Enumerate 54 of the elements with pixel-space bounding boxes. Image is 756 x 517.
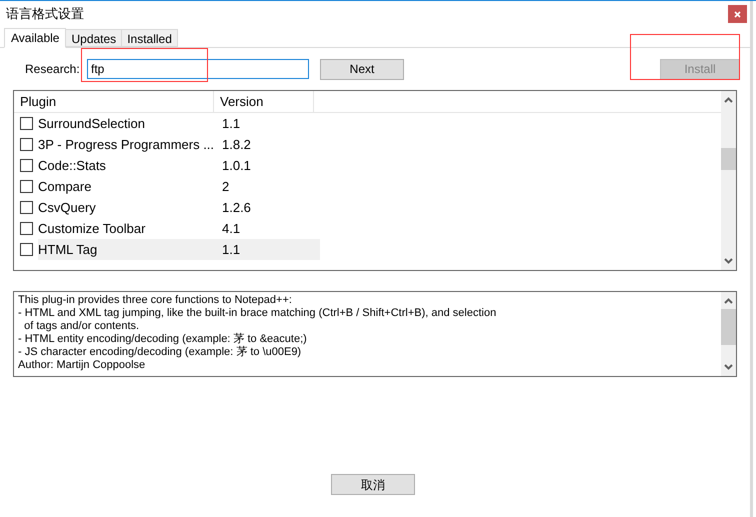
scroll-thumb[interactable] [721, 148, 736, 170]
table-cell-text: HTML Tag [38, 240, 98, 259]
scroll-thumb[interactable] [721, 309, 736, 345]
table-cell-text: 3P - Progress Programmers ... [38, 136, 216, 154]
plugin-row[interactable]: Code::Stats 1.0.1 [14, 155, 721, 176]
scroll-down-icon[interactable] [724, 258, 733, 264]
checkbox[interactable] [20, 243, 33, 256]
table-cell-text: 2 [221, 178, 230, 196]
cancel-button[interactable]: 取消 [331, 474, 415, 495]
column-header[interactable]: Plugin [14, 91, 214, 112]
table-cell-text: CsvQuery [38, 198, 97, 217]
plugin-row[interactable]: Customize Toolbar 4.1 [14, 218, 721, 239]
plugin-row[interactable]: HTML Tag 1.1 [14, 239, 721, 260]
search-field[interactable]: ftp [87, 59, 309, 79]
plugin-row[interactable]: CsvQuery 1.2.6 [14, 197, 721, 218]
description-line: - JS character encoding/decoding (example: 茅 to \u00E9) [18, 346, 302, 359]
scroll-up-icon[interactable] [724, 298, 733, 304]
checkbox[interactable] [20, 138, 33, 151]
search-label: Research: [25, 61, 81, 78]
table-cell-text: 1.1 [221, 240, 242, 259]
table-cell-text: 1.8.2 [221, 136, 252, 154]
checkbox[interactable] [20, 117, 33, 130]
table-cell-text: 1.2.6 [221, 198, 252, 217]
close-button[interactable] [728, 5, 747, 23]
table-cell-text: SurroundSelection [38, 114, 146, 133]
window-title: 语言格式设置 [6, 5, 84, 24]
table-cell-text: 1.1 [221, 114, 242, 133]
table-cell-text: 4.1 [221, 220, 242, 238]
plugin-row[interactable]: SurroundSelection 1.1 [14, 113, 721, 134]
tab[interactable]: Updates [66, 29, 122, 47]
close-icon [734, 10, 741, 18]
checkbox[interactable] [20, 159, 33, 172]
checkbox[interactable] [20, 201, 33, 214]
plugin-row[interactable]: Compare 2 [14, 176, 721, 197]
description-line: of tags and/or contents. [23, 320, 140, 333]
description-line: Author: Martijn Coppoolse [18, 359, 146, 372]
description-line: - HTML entity encoding/decoding (example: 茅 to &eacute;) [18, 333, 308, 346]
checkbox[interactable] [20, 180, 33, 193]
tab[interactable]: Installed [122, 29, 178, 47]
table-cell-text: Customize Toolbar [38, 220, 146, 238]
scroll-up-icon[interactable] [724, 97, 733, 103]
table-cell-text: 1.0.1 [221, 156, 252, 175]
table-cell-text: Code::Stats [38, 156, 107, 175]
scroll-down-icon[interactable] [724, 364, 733, 370]
plugin-row[interactable]: 3P - Progress Programmers ... 1.8.2 [14, 134, 721, 155]
checkbox[interactable] [20, 222, 33, 235]
description-line: This plug-in provides three core functions to Notepad++: [18, 294, 293, 307]
next-button[interactable]: Next [320, 58, 404, 80]
description-line: - HTML and XML tag jumping, like the built-in brace matching (Ctrl+B / Shift+Ctrl+B), and selection [18, 307, 498, 320]
column-header[interactable]: Version [214, 91, 314, 112]
tab[interactable]: Available [4, 28, 66, 48]
table-cell-text: Compare [38, 178, 92, 196]
scrollbar[interactable] [721, 292, 736, 376]
scrollbar[interactable] [721, 91, 736, 270]
